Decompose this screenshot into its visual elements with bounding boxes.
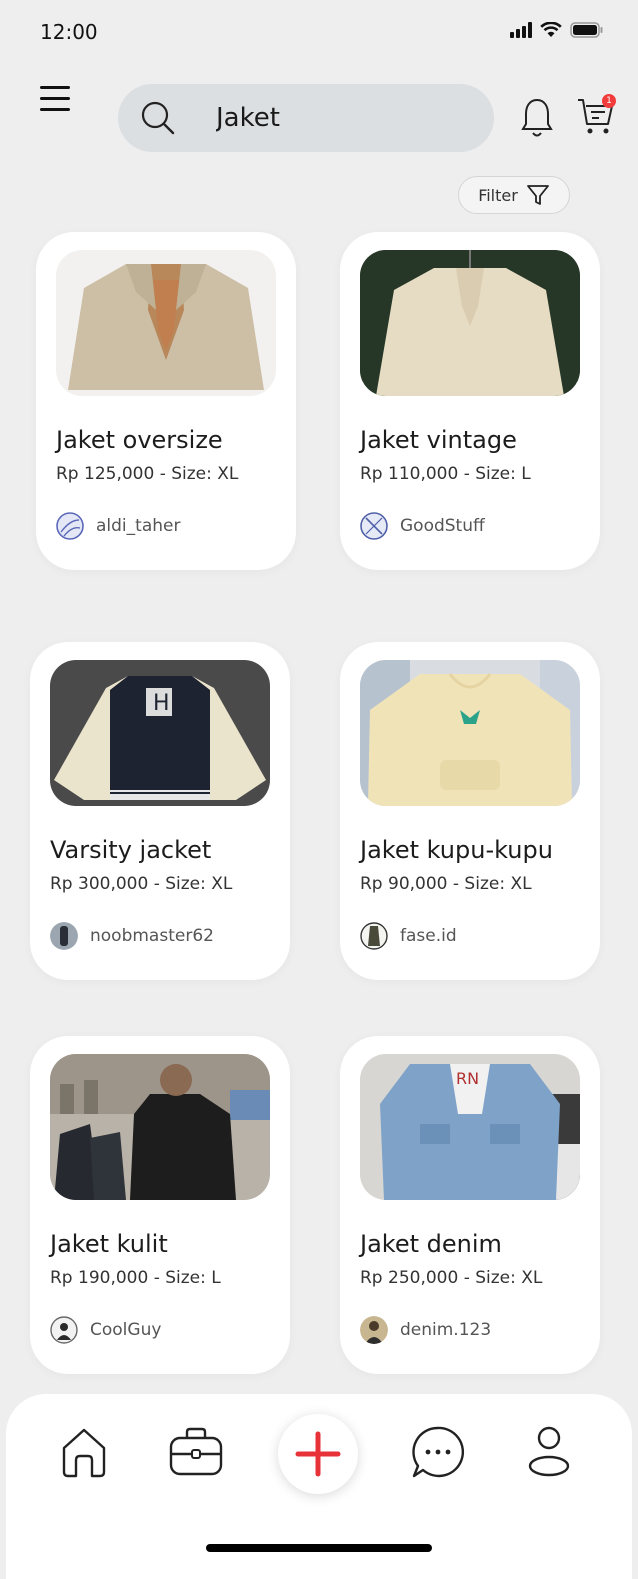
product-image: RN — [360, 1054, 580, 1200]
product-card[interactable]: Jaket kulit Rp 190,000 - Size: L CoolGuy — [30, 1036, 290, 1374]
search-bar[interactable] — [118, 84, 494, 152]
product-price: Rp 110,000 - Size: L — [360, 464, 531, 484]
chat-icon[interactable] — [410, 1424, 466, 1480]
seller-info[interactable]: fase.id — [360, 922, 457, 950]
product-card[interactable]: Jaket kupu-kupu Rp 90,000 - Size: XL fas… — [340, 642, 600, 980]
product-price: Rp 90,000 - Size: XL — [360, 874, 532, 894]
filter-label: Filter — [478, 185, 518, 205]
product-card[interactable]: Jaket oversize Rp 125,000 - Size: XL ald… — [36, 232, 296, 570]
seller-info[interactable]: CoolGuy — [50, 1316, 161, 1344]
product-price: Rp 300,000 - Size: XL — [50, 874, 233, 894]
product-price: Rp 125,000 - Size: XL — [56, 464, 239, 484]
product-title: Varsity jacket — [50, 836, 212, 864]
avatar — [50, 922, 78, 950]
product-title: Jaket oversize — [56, 426, 223, 454]
product-price: Rp 250,000 - Size: XL — [360, 1268, 543, 1288]
product-image — [360, 660, 580, 806]
product-card[interactable]: RN Jaket denim Rp 250,000 - Size: XL den… — [340, 1036, 600, 1374]
status-icons — [510, 22, 604, 38]
seller-name: aldi_taher — [96, 516, 181, 536]
cart-badge: 1 — [602, 94, 616, 108]
seller-name: CoolGuy — [90, 1320, 162, 1340]
product-card[interactable]: Jaket vintage Rp 110,000 - Size: L GoodS… — [340, 232, 600, 570]
seller-name: fase.id — [400, 926, 457, 946]
battery-icon — [570, 22, 603, 38]
home-indicator — [206, 1544, 432, 1552]
product-title: Jaket kulit — [50, 1230, 168, 1258]
status-bar: 12:00 — [0, 0, 638, 64]
product-price: Rp 190,000 - Size: L — [50, 1268, 221, 1288]
product-image: H — [50, 660, 270, 806]
seller-info[interactable]: denim.123 — [360, 1316, 491, 1344]
profile-icon[interactable] — [526, 1424, 572, 1480]
wifi-icon — [540, 22, 562, 37]
avatar — [50, 1316, 78, 1344]
seller-name: denim.123 — [400, 1320, 492, 1340]
seller-info[interactable]: aldi_taher — [56, 512, 180, 540]
seller-name: noobmaster62 — [90, 926, 214, 946]
product-title: Jaket vintage — [360, 426, 517, 454]
product-card[interactable]: H Varsity jacket Rp 300,000 - Size: XL n… — [30, 642, 290, 980]
svg-text:H: H — [153, 691, 170, 716]
product-title: Jaket kupu-kupu — [360, 836, 553, 864]
bell-icon[interactable] — [520, 96, 554, 140]
svg-text:RN: RN — [456, 1069, 479, 1088]
seller-info[interactable]: GoodStuff — [360, 512, 485, 540]
search-icon — [141, 101, 175, 135]
signal-icon — [510, 22, 532, 38]
avatar — [360, 922, 388, 950]
product-image — [56, 250, 276, 396]
status-time: 12:00 — [40, 20, 98, 44]
product-image — [360, 250, 580, 396]
avatar — [56, 512, 84, 540]
menu-icon[interactable] — [38, 84, 72, 114]
seller-name: GoodStuff — [400, 516, 485, 536]
avatar — [360, 1316, 388, 1344]
product-title: Jaket denim — [360, 1230, 502, 1258]
filter-button[interactable]: Filter — [458, 176, 570, 214]
product-image — [50, 1054, 270, 1200]
add-icon — [295, 1431, 341, 1477]
seller-info[interactable]: noobmaster62 — [50, 922, 214, 950]
avatar — [360, 512, 388, 540]
home-icon[interactable] — [58, 1424, 110, 1480]
briefcase-icon[interactable] — [166, 1424, 226, 1480]
add-button[interactable] — [278, 1414, 358, 1494]
app-screen: 12:00 Jaket 1 Filter Jaket oversize Rp 1… — [0, 0, 638, 1579]
search-input[interactable] — [216, 100, 476, 136]
filter-icon — [526, 185, 549, 205]
